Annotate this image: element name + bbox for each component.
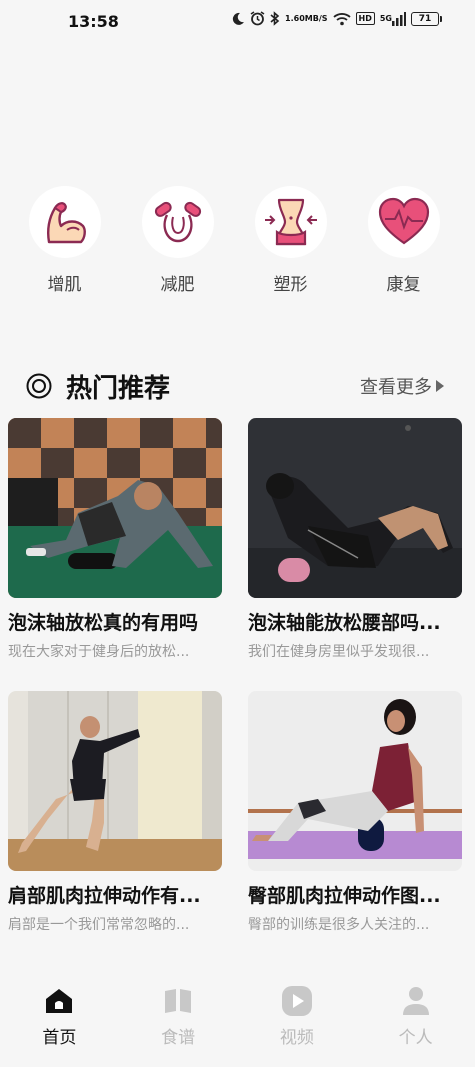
tab-label: 食谱 (161, 1028, 196, 1048)
play-arrow-icon (436, 380, 444, 392)
category-shaping-circle (254, 186, 327, 258)
category-muscle[interactable]: 增肌 (8, 186, 121, 295)
category-label: 增肌 (47, 275, 82, 295)
article-desc: 我们在健身房里似乎发现很... (248, 644, 430, 660)
article-desc: 臀部的训练是很多人关注的... (248, 917, 430, 933)
hd-badge: HD (355, 12, 375, 25)
article-card[interactable]: 泡沫轴放松真的有用吗 现在大家对于健身后的放松... (8, 418, 222, 661)
status-icons: 1.60 MB/S HD 5G 71 (231, 11, 442, 26)
view-more-label: 查看更多 (360, 377, 432, 398)
category-rehab-circle (367, 186, 440, 258)
bluetooth-icon (270, 11, 280, 26)
article-card[interactable]: 泡沫轴能放松腰部吗... 我们在健身房里似乎发现很... (248, 418, 462, 661)
category-row: 增肌 减肥 塑形 康复 (0, 186, 475, 295)
wifi-icon (332, 12, 351, 26)
article-title[interactable]: 泡沫轴能放松腰部吗... (248, 608, 462, 635)
person-icon (402, 987, 429, 1015)
category-weight-loss[interactable]: 减肥 (121, 186, 234, 295)
signal-5g-label: 5G (379, 14, 392, 23)
article-card[interactable]: 肩部肌肉拉伸动作有... 肩部是一个我们常常忽略的... (8, 691, 222, 934)
category-label: 康复 (386, 275, 421, 295)
tab-videos[interactable]: 视频 (238, 975, 357, 1067)
app-screen: 13:58 1.60 MB/S HD 5G 71 增肌 减肥 塑形 康复 热门推… (0, 0, 475, 1067)
article-title[interactable]: 臀部肌肉拉伸动作图... (248, 881, 462, 908)
article-thumbnail[interactable] (248, 418, 462, 598)
tab-recipes[interactable]: 食谱 (119, 975, 238, 1067)
bottom-tab-bar: 首页 食谱 视频 个人 (0, 975, 475, 1067)
article-desc: 现在大家对于健身后的放松... (8, 644, 190, 660)
article-thumbnail[interactable] (248, 691, 462, 871)
book-icon (165, 989, 192, 1013)
tab-profile[interactable]: 个人 (356, 975, 475, 1067)
tab-label: 个人 (398, 1028, 433, 1048)
category-weight-loss-circle (141, 186, 214, 258)
category-rehab[interactable]: 康复 (347, 186, 460, 295)
section-title: 热门推荐 (66, 373, 171, 404)
signal-icon: 5G (379, 11, 406, 26)
article-card[interactable]: 臀部肌肉拉伸动作图... 臀部的训练是很多人关注的... (248, 691, 462, 934)
category-muscle-circle (28, 186, 101, 258)
tab-label: 视频 (279, 1028, 314, 1048)
heart-pulse-icon (378, 197, 429, 245)
network-speed-value: 1.60 (285, 13, 305, 23)
moon-icon (231, 12, 245, 26)
section-header: 热门推荐 查看更多 (26, 366, 444, 406)
network-speed-unit: MB/S (304, 13, 328, 23)
view-more-link[interactable]: 查看更多 (360, 373, 444, 399)
category-label: 塑形 (273, 275, 308, 295)
home-icon (46, 989, 73, 1013)
tab-label: 首页 (42, 1028, 77, 1048)
target-icon (26, 373, 52, 399)
play-icon (281, 986, 312, 1016)
waist-shape-icon (264, 198, 317, 246)
article-thumbnail[interactable] (8, 418, 222, 598)
status-time: 13:58 (68, 12, 119, 31)
jump-rope-icon (154, 201, 201, 243)
article-thumbnail[interactable] (8, 691, 222, 871)
article-title[interactable]: 泡沫轴放松真的有用吗 (8, 608, 222, 635)
status-bar: 13:58 1.60 MB/S HD 5G 71 (0, 0, 475, 44)
battery-icon: 71 (411, 11, 442, 26)
category-shaping[interactable]: 塑形 (234, 186, 347, 295)
article-title[interactable]: 肩部肌肉拉伸动作有... (8, 881, 222, 908)
network-speed: 1.60 MB/S (285, 13, 328, 23)
article-desc: 肩部是一个我们常常忽略的... (8, 917, 190, 933)
tab-home[interactable]: 首页 (0, 975, 119, 1067)
category-label: 减肥 (160, 275, 195, 295)
alarm-icon (250, 11, 265, 26)
muscle-arm-icon (46, 202, 86, 244)
